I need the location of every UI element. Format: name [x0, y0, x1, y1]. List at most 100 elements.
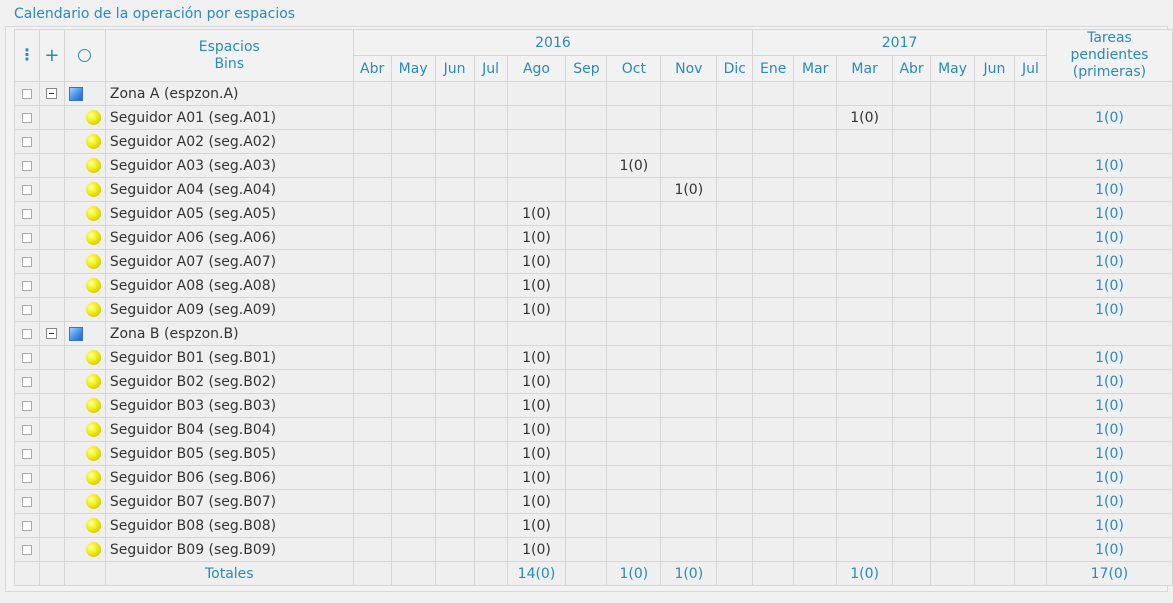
- pending-tasks-link[interactable]: 1(0): [1045, 369, 1173, 394]
- row-checkbox[interactable]: [21, 448, 32, 459]
- table-row[interactable]: Seguidor B08 (seg.B08) 1(0) 1(0): [14, 513, 1173, 538]
- pending-tasks-link[interactable]: 1(0): [1045, 153, 1173, 178]
- total-cell[interactable]: 1(0): [606, 561, 662, 586]
- row-checkbox[interactable]: [21, 136, 32, 147]
- space-name[interactable]: Seguidor B08 (seg.B08): [104, 513, 354, 538]
- space-name[interactable]: Seguidor B09 (seg.B09): [104, 537, 354, 562]
- checkbox-cell[interactable]: [14, 105, 40, 130]
- row-checkbox[interactable]: [21, 88, 32, 99]
- row-checkbox[interactable]: [21, 376, 32, 387]
- space-name[interactable]: Seguidor B01 (seg.B01): [104, 345, 354, 370]
- pending-tasks-link[interactable]: [1045, 321, 1173, 346]
- checkbox-cell[interactable]: [14, 441, 40, 466]
- checkbox-cell[interactable]: [14, 273, 40, 298]
- table-row[interactable]: Seguidor A02 (seg.A02): [14, 129, 1173, 154]
- space-name[interactable]: Zona A (espzon.A): [104, 81, 354, 106]
- checkbox-cell[interactable]: [14, 465, 40, 490]
- table-row[interactable]: Seguidor A03 (seg.A03) 1(0) 1(0): [14, 153, 1173, 178]
- checkbox-cell[interactable]: [14, 417, 40, 442]
- checkbox-cell[interactable]: [14, 393, 40, 418]
- row-checkbox[interactable]: [21, 496, 32, 507]
- space-name[interactable]: Seguidor A05 (seg.A05): [104, 201, 354, 226]
- collapse-icon[interactable]: [46, 328, 58, 339]
- checkbox-cell[interactable]: [14, 369, 40, 394]
- pending-tasks-link[interactable]: 1(0): [1045, 465, 1173, 490]
- checkbox-cell[interactable]: [14, 537, 40, 562]
- table-row[interactable]: Seguidor A05 (seg.A05) 1(0) 1(0): [14, 201, 1173, 226]
- pending-tasks-link[interactable]: 1(0): [1045, 489, 1173, 514]
- checkbox-cell[interactable]: [14, 321, 40, 346]
- table-row[interactable]: Seguidor B06 (seg.B06) 1(0) 1(0): [14, 465, 1173, 490]
- row-checkbox[interactable]: [21, 232, 32, 243]
- zone-row[interactable]: Zona B (espzon.B): [14, 321, 1173, 346]
- table-row[interactable]: Seguidor B01 (seg.B01) 1(0) 1(0): [14, 345, 1173, 370]
- pending-tasks-link[interactable]: 1(0): [1045, 249, 1173, 274]
- space-name[interactable]: Seguidor A01 (seg.A01): [104, 105, 354, 130]
- pending-tasks-link[interactable]: 1(0): [1045, 201, 1173, 226]
- pending-tasks-link[interactable]: 1(0): [1045, 417, 1173, 442]
- space-name[interactable]: Seguidor B03 (seg.B03): [104, 393, 354, 418]
- pending-tasks-link[interactable]: 1(0): [1045, 105, 1173, 130]
- space-name[interactable]: Seguidor B02 (seg.B02): [104, 369, 354, 394]
- space-name[interactable]: Zona B (espzon.B): [104, 321, 354, 346]
- table-row[interactable]: Seguidor A07 (seg.A07) 1(0) 1(0): [14, 249, 1173, 274]
- pending-tasks-link[interactable]: 1(0): [1045, 297, 1173, 322]
- pending-tasks-link[interactable]: 1(0): [1045, 537, 1173, 562]
- pending-tasks-link[interactable]: 1(0): [1045, 513, 1173, 538]
- table-row[interactable]: Seguidor A09 (seg.A09) 1(0) 1(0): [14, 297, 1173, 322]
- row-checkbox[interactable]: [21, 208, 32, 219]
- row-checkbox[interactable]: [21, 544, 32, 555]
- space-name[interactable]: Seguidor A08 (seg.A08): [104, 273, 354, 298]
- checkbox-cell[interactable]: [14, 201, 40, 226]
- circle-icon[interactable]: [78, 49, 92, 62]
- total-cell[interactable]: 14(0): [506, 561, 567, 586]
- space-name[interactable]: Seguidor B06 (seg.B06): [104, 465, 354, 490]
- collapse-icon[interactable]: [46, 88, 58, 99]
- checkbox-cell[interactable]: [14, 177, 40, 202]
- checkbox-cell[interactable]: [14, 129, 40, 154]
- pending-tasks-link[interactable]: 1(0): [1045, 393, 1173, 418]
- pending-tasks-link[interactable]: 1(0): [1045, 345, 1173, 370]
- row-checkbox[interactable]: [21, 256, 32, 267]
- space-name[interactable]: Seguidor A09 (seg.A09): [104, 297, 354, 322]
- space-name[interactable]: Seguidor A07 (seg.A07): [104, 249, 354, 274]
- total-cell[interactable]: 1(0): [660, 561, 718, 586]
- checkbox-cell[interactable]: [14, 297, 40, 322]
- checkbox-cell[interactable]: [14, 489, 40, 514]
- checkbox-cell[interactable]: [14, 513, 40, 538]
- row-checkbox[interactable]: [21, 424, 32, 435]
- space-name[interactable]: Seguidor A04 (seg.A04): [104, 177, 354, 202]
- plus-icon[interactable]: +: [44, 45, 59, 66]
- row-checkbox[interactable]: [21, 112, 32, 123]
- pending-tasks-link[interactable]: 1(0): [1045, 441, 1173, 466]
- checkbox-cell[interactable]: [14, 249, 40, 274]
- space-name[interactable]: Seguidor A03 (seg.A03): [104, 153, 354, 178]
- menu-header[interactable]: ⋮: [14, 29, 40, 82]
- space-name[interactable]: Seguidor B04 (seg.B04): [104, 417, 354, 442]
- row-checkbox[interactable]: [21, 184, 32, 195]
- row-checkbox[interactable]: [21, 400, 32, 411]
- checkbox-cell[interactable]: [14, 153, 40, 178]
- table-row[interactable]: Seguidor B07 (seg.B07) 1(0) 1(0): [14, 489, 1173, 514]
- select-header[interactable]: [63, 29, 106, 82]
- total-cell[interactable]: 1(0): [836, 561, 894, 586]
- table-row[interactable]: Seguidor B03 (seg.B03) 1(0) 1(0): [14, 393, 1173, 418]
- row-checkbox[interactable]: [21, 520, 32, 531]
- table-row[interactable]: Seguidor B02 (seg.B02) 1(0) 1(0): [14, 369, 1173, 394]
- table-row[interactable]: Seguidor B09 (seg.B09) 1(0) 1(0): [14, 537, 1173, 562]
- table-row[interactable]: Seguidor A08 (seg.A08) 1(0) 1(0): [14, 273, 1173, 298]
- table-row[interactable]: Seguidor A01 (seg.A01) 1(0) 1(0): [14, 105, 1173, 130]
- row-checkbox[interactable]: [21, 352, 32, 363]
- vertical-dots-icon[interactable]: ⋮: [19, 45, 35, 64]
- pending-tasks-link[interactable]: 1(0): [1045, 177, 1173, 202]
- total-pending[interactable]: 17(0): [1045, 561, 1173, 586]
- row-checkbox[interactable]: [21, 280, 32, 291]
- pending-tasks-link[interactable]: 1(0): [1045, 225, 1173, 250]
- pending-tasks-link[interactable]: [1045, 129, 1173, 154]
- table-row[interactable]: Seguidor A04 (seg.A04) 1(0) 1(0): [14, 177, 1173, 202]
- table-row[interactable]: Seguidor B05 (seg.B05) 1(0) 1(0): [14, 441, 1173, 466]
- expand-cell[interactable]: [38, 81, 65, 106]
- table-row[interactable]: Seguidor B04 (seg.B04) 1(0) 1(0): [14, 417, 1173, 442]
- table-row[interactable]: Seguidor A06 (seg.A06) 1(0) 1(0): [14, 225, 1173, 250]
- pending-tasks-link[interactable]: 1(0): [1045, 273, 1173, 298]
